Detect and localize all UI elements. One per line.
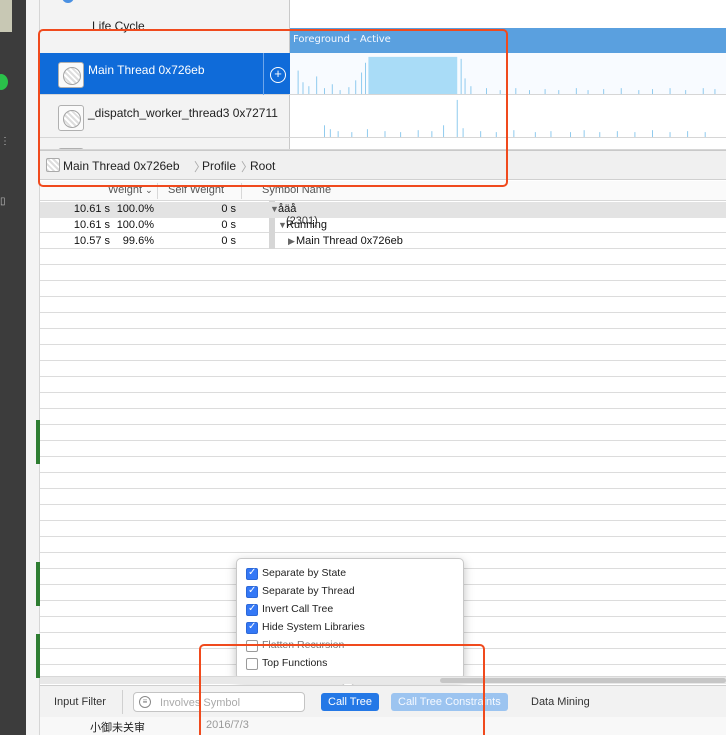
option-label: Invert Call Tree — [262, 603, 334, 615]
symbol-cell: åäå — [278, 203, 297, 215]
percent-cell: 100.0% — [116, 203, 154, 215]
table-row[interactable]: 10.57 s 99.6% 0 s ▶ Main Thread 0x726eb — [40, 234, 726, 250]
symbol-overlay: (2301) — [286, 215, 318, 227]
disclosure-triangle-icon[interactable]: ▶ — [288, 236, 295, 247]
table-row[interactable]: 10.61 s 100.0% 0 s ▼ Running (2301) — [40, 215, 726, 234]
filter-icon[interactable]: ≡ — [139, 696, 151, 708]
checkbox-checked-icon[interactable] — [246, 621, 258, 634]
status-green-icon — [0, 74, 8, 90]
checkbox-checked-icon[interactable] — [246, 603, 258, 616]
desktop-glyph-icon: ▯ — [0, 196, 6, 207]
checkbox-checked-icon[interactable] — [246, 585, 258, 598]
data-mining-button[interactable]: Data Mining — [525, 693, 596, 711]
annotation-highlight-call-tree — [199, 644, 485, 735]
desktop-glyph-icon: ⋮ — [0, 136, 10, 147]
desktop-file-icon — [0, 0, 12, 32]
desktop-background: ⋮ ▯ — [0, 0, 26, 735]
lifecycle-icon — [62, 0, 74, 3]
bar-divider — [122, 690, 123, 714]
option-label: Hide System Libraries — [262, 621, 365, 633]
checkbox-checked-icon[interactable] — [246, 567, 258, 580]
percent-cell: 100.0% — [116, 219, 154, 231]
symbol-cell: Main Thread 0x726eb — [296, 235, 403, 247]
option-label: Separate by State — [262, 567, 347, 579]
input-filter-button[interactable]: Input Filter — [54, 696, 106, 708]
lifecycle-track[interactable]: Life Cycle — [40, 0, 290, 33]
option-label: Separate by Thread — [262, 585, 355, 597]
percent-cell: 99.6% — [122, 235, 154, 247]
annotation-highlight-tracks — [38, 29, 508, 187]
self-weight-cell: 0 s — [221, 203, 236, 215]
background-text: 小御未关审 — [90, 722, 145, 734]
table-row[interactable]: 10.61 s 100.0% 0 s ▼ åäå — [40, 202, 726, 218]
self-weight-cell: 0 s — [221, 219, 236, 231]
self-weight-cell: 0 s — [221, 235, 236, 247]
